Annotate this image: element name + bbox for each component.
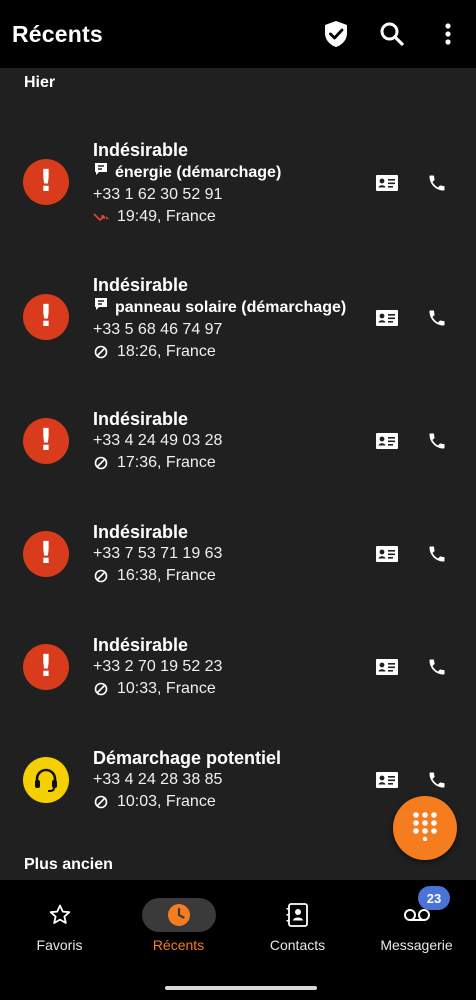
call-meta: 10:33, France — [93, 678, 222, 700]
phone-number: +33 2 70 19 52 23 — [93, 658, 223, 675]
phone-number: +33 4 24 28 38 85 — [93, 771, 223, 788]
call-time: 10:03, France — [117, 793, 216, 810]
recents-screen: Récents Hier ! Indésirable énergie (déma… — [0, 0, 476, 1000]
star-icon — [23, 898, 97, 932]
contact-card-icon[interactable] — [374, 170, 400, 196]
caller-tag: panneau solaire (démarchage) — [93, 296, 346, 319]
caller-name: Indésirable — [93, 275, 189, 295]
warning-icon: ! — [23, 159, 69, 205]
page-title: Récents — [12, 20, 103, 47]
more-vert-icon[interactable] — [434, 20, 462, 48]
call-meta: 17:36, France — [93, 452, 222, 474]
clock-icon — [141, 898, 216, 932]
gesture-handle[interactable] — [165, 986, 317, 990]
caller-tag: énergie (démarchage) — [93, 161, 281, 184]
caller-name: Indésirable — [93, 409, 189, 429]
phone-number: +33 5 68 46 74 97 — [93, 321, 223, 338]
headset-icon — [23, 757, 69, 803]
caller-name: Indésirable — [93, 140, 189, 160]
contact-card-icon[interactable] — [374, 428, 400, 454]
warning-icon: ! — [23, 418, 69, 464]
dialpad-icon — [412, 811, 438, 846]
call-meta: 16:38, France — [93, 565, 222, 587]
blocked-icon — [93, 569, 109, 583]
phone-icon[interactable] — [424, 541, 450, 567]
gesture-bar-area — [0, 972, 476, 1000]
contact-card-icon[interactable] — [374, 767, 400, 793]
call-time: 18:26, France — [117, 343, 216, 360]
top-app-bar: Récents — [0, 0, 476, 68]
nav-voicemail[interactable]: Messagerie — [357, 880, 476, 972]
call-log-item[interactable]: ! Indésirable +33 4 24 49 03 28 17:36, F… — [0, 404, 476, 484]
missed-call-icon — [93, 211, 109, 223]
dialpad-fab[interactable] — [393, 796, 457, 860]
call-meta: 10:03, France — [93, 791, 281, 813]
phone-number: +33 7 53 71 19 63 — [93, 545, 223, 562]
contacts-icon — [261, 898, 335, 932]
contact-card-icon[interactable] — [374, 305, 400, 331]
nav-label: Récents — [152, 937, 205, 953]
call-log-item[interactable]: ! Indésirable énergie (démarchage) +33 1… — [0, 134, 476, 238]
nav-favorites[interactable]: Favoris — [0, 880, 119, 972]
call-time: 17:36, France — [117, 454, 216, 471]
blocked-icon — [93, 345, 109, 359]
shield-check-icon[interactable] — [322, 20, 350, 48]
caller-tag-label: énergie (démarchage) — [115, 163, 282, 181]
phone-icon[interactable] — [424, 305, 450, 331]
nav-contacts[interactable]: Contacts — [238, 880, 357, 972]
contact-card-icon[interactable] — [374, 654, 400, 680]
phone-icon[interactable] — [424, 654, 450, 680]
nav-label: Messagerie — [380, 937, 453, 953]
section-header-yesterday: Hier — [24, 74, 56, 91]
phone-icon[interactable] — [424, 170, 450, 196]
phone-icon[interactable] — [424, 428, 450, 454]
caller-name: Indésirable — [93, 522, 189, 542]
caller-tag-label: panneau solaire (démarchage) — [115, 298, 347, 316]
section-header-older: Plus ancien — [24, 856, 113, 873]
blocked-icon — [93, 682, 109, 696]
warning-icon: ! — [23, 644, 69, 690]
bottom-navigation: Favoris Récents Contacts Messagerie — [0, 880, 476, 972]
search-icon[interactable] — [378, 20, 406, 48]
warning-icon: ! — [23, 294, 69, 340]
phone-number: +33 1 62 30 52 91 — [93, 186, 223, 203]
call-meta: 19:49, France — [93, 206, 281, 228]
phone-number: +33 4 24 49 03 28 — [93, 432, 223, 449]
call-log-item[interactable]: ! Indésirable panneau solaire (démarchag… — [0, 269, 476, 373]
call-meta: 18:26, France — [93, 341, 346, 363]
nav-label: Contacts — [269, 937, 326, 953]
comment-icon — [93, 161, 109, 184]
blocked-icon — [93, 456, 109, 470]
call-time: 19:49, France — [117, 208, 216, 225]
call-time: 10:33, France — [117, 680, 216, 697]
phone-icon[interactable] — [424, 767, 450, 793]
call-time: 16:38, France — [117, 567, 216, 584]
nav-label: Favoris — [36, 937, 83, 953]
warning-icon: ! — [23, 531, 69, 577]
call-log-item[interactable]: ! Indésirable +33 2 70 19 52 23 10:33, F… — [0, 630, 476, 710]
contact-card-icon[interactable] — [374, 541, 400, 567]
call-log-item[interactable]: ! Indésirable +33 7 53 71 19 63 16:38, F… — [0, 517, 476, 597]
nav-recents[interactable]: Récents — [119, 880, 238, 972]
caller-name: Démarchage potentiel — [93, 748, 282, 768]
comment-icon — [93, 296, 109, 319]
blocked-icon — [93, 795, 109, 809]
caller-name: Indésirable — [93, 635, 189, 655]
voicemail-badge: 23 — [418, 886, 450, 910]
